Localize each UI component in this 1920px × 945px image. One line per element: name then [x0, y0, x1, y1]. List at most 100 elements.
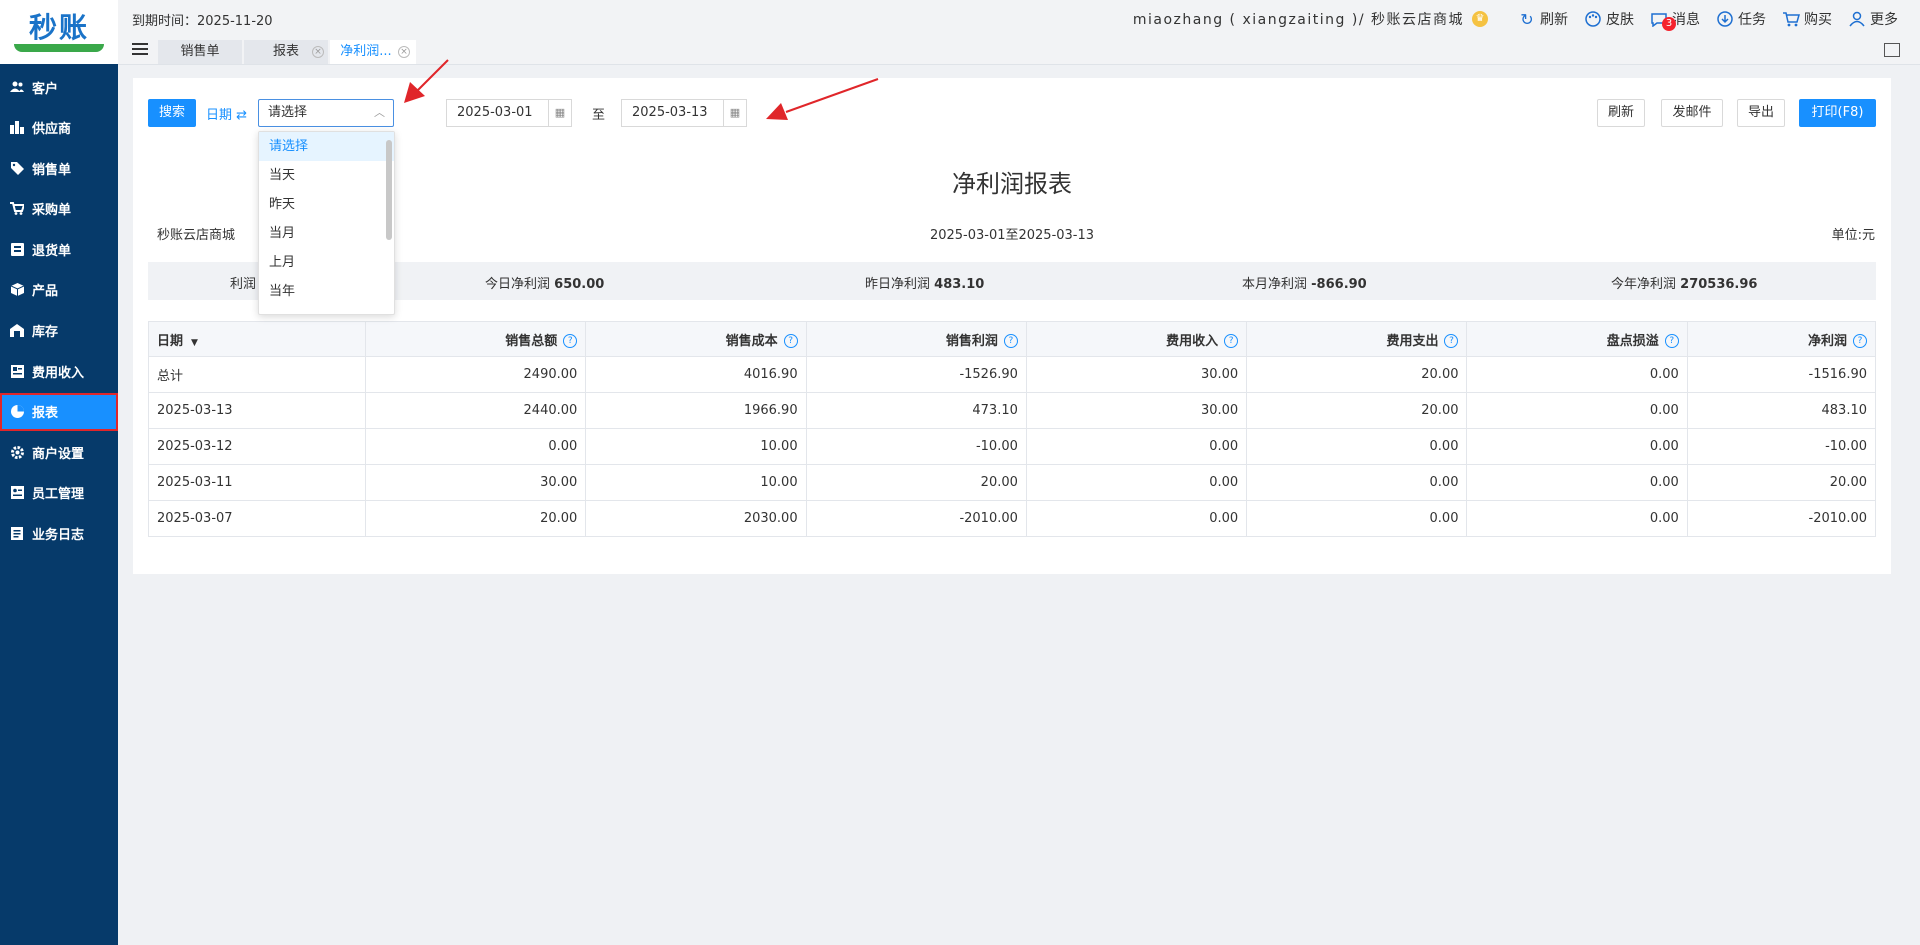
cell: 20.00	[1246, 356, 1468, 393]
message-badge: 3	[1662, 17, 1676, 31]
export-button[interactable]: 导出	[1737, 99, 1785, 127]
cell: 4016.90	[585, 356, 807, 393]
close-icon[interactable]: ×	[312, 46, 324, 58]
gear-icon	[10, 445, 24, 459]
print-button[interactable]: 打印(F8)	[1799, 99, 1876, 127]
sidebar-item-suppliers[interactable]: 供应商	[0, 109, 118, 147]
table-row-total: 总计 2490.00 4016.90 -1526.90 30.00 20.00 …	[148, 356, 1877, 393]
help-icon[interactable]: ?	[1444, 334, 1459, 348]
send-email-button[interactable]: 发邮件	[1661, 99, 1723, 127]
col-date[interactable]: 日期 ▼	[148, 321, 366, 357]
cell: 0.00	[1466, 428, 1688, 465]
profit-summary: 利润 今日净利润 650.00 昨日净利润 483.10 本月净利润 -866.…	[148, 262, 1876, 300]
sidebar-item-reports[interactable]: 报表	[0, 392, 118, 431]
cell: 0.00	[1025, 428, 1248, 465]
cell: -1516.90	[1686, 356, 1877, 393]
calendar-icon[interactable]: ▦	[548, 100, 571, 126]
cell-date: 2025-03-12	[148, 428, 366, 465]
dropdown-scrollbar[interactable]	[386, 140, 392, 240]
sidebar-item-staff[interactable]: 员工管理	[0, 474, 118, 512]
option-yesterday[interactable]: 昨天	[259, 190, 394, 219]
sidebar-item-purchase-orders[interactable]: 采购单	[0, 190, 118, 228]
collapse-menu-icon[interactable]	[132, 43, 148, 57]
col-sales-cost: 销售成本?	[585, 321, 807, 357]
cell: 0.00	[1025, 464, 1248, 501]
date-range-select[interactable]: 请选择 ︿	[258, 99, 394, 127]
summary-year: 今年净利润 270536.96	[1611, 277, 1758, 292]
cell: 20.00	[805, 464, 1027, 501]
logo-text: 秒账	[28, 10, 89, 44]
cell: -2010.00	[805, 500, 1027, 537]
staff-icon	[10, 486, 24, 500]
net-profit-table: 日期 ▼ 销售总额? 销售成本? 销售利润? 费用收入? 费用支出? 盘点损溢? …	[148, 321, 1877, 537]
buy-label: 购买	[1804, 12, 1832, 28]
table-row: 2025-03-07 20.00 2030.00 -2010.00 0.00 0…	[148, 500, 1877, 537]
sidebar-item-products[interactable]: 产品	[0, 271, 118, 309]
tab-label: 净利润...	[340, 44, 392, 59]
date-type-toggle[interactable]: 日期 ⇄	[206, 104, 247, 123]
option-this-year[interactable]: 当年	[259, 277, 394, 306]
cell: 20.00	[364, 500, 587, 537]
sidebar-item-label: 商户设置	[32, 446, 85, 462]
cell: 0.00	[1466, 500, 1688, 537]
cell-date: 总计	[148, 356, 366, 393]
logo: 秒账	[0, 0, 118, 64]
tab-net-profit[interactable]: 净利润... ×	[330, 40, 416, 64]
option-please-select[interactable]: 请选择	[259, 132, 394, 161]
cell: 473.10	[805, 392, 1027, 429]
message-button[interactable]: 3 消息	[1650, 9, 1700, 31]
option-today[interactable]: 当天	[259, 161, 394, 190]
cell-date: 2025-03-13	[148, 392, 366, 429]
help-icon[interactable]: ?	[1853, 334, 1867, 348]
sidebar-menu: 客户 供应商 销售单 采购单 退货单 产品 库存 费用收入 报表 商户设置 员工…	[0, 68, 118, 553]
refresh-icon: ↻	[1520, 9, 1534, 29]
currency-unit: 单位:元	[1831, 228, 1875, 243]
sidebar-item-label: 退货单	[32, 243, 72, 259]
option-last-month[interactable]: 上月	[259, 248, 394, 277]
more-button[interactable]: 更多	[1848, 9, 1898, 29]
search-button[interactable]: 搜索	[148, 99, 196, 127]
to-label: 至	[592, 108, 606, 123]
close-icon[interactable]: ×	[398, 46, 410, 58]
sidebar-item-business-log[interactable]: 业务日志	[0, 515, 118, 553]
user-account[interactable]: miaozhang ( xiangzaiting )/ 秒账云店商城	[1133, 9, 1464, 29]
top-nav: miaozhang ( xiangzaiting )/ 秒账云店商城 ♛ ↻ 刷…	[1133, 9, 1898, 31]
summary-yesterday: 昨日净利润 483.10	[865, 277, 985, 292]
sidebar-item-returns[interactable]: 退货单	[0, 230, 118, 268]
sidebar-item-expense-income[interactable]: 费用收入	[0, 352, 118, 390]
swap-icon: ⇄	[236, 108, 248, 123]
crown-icon: ♛	[1472, 11, 1488, 27]
sidebar-item-sales-orders[interactable]: 销售单	[0, 149, 118, 187]
refresh-button[interactable]: ↻ 刷新	[1518, 9, 1568, 29]
calendar-icon[interactable]: ▦	[723, 100, 746, 126]
end-date-input[interactable]: 2025-03-13 ▦	[621, 99, 747, 127]
cell: 0.00	[1246, 500, 1468, 537]
sidebar-item-merchant-settings[interactable]: 商户设置	[0, 433, 118, 471]
help-icon[interactable]: ?	[1224, 334, 1239, 348]
window-toggle-icon[interactable]	[1884, 43, 1900, 57]
col-sales-total: 销售总额?	[364, 321, 587, 357]
tab-reports[interactable]: 报表 ×	[244, 40, 328, 64]
warehouse-icon	[10, 324, 24, 338]
buy-button[interactable]: 购买	[1782, 9, 1832, 29]
help-icon[interactable]: ?	[563, 334, 578, 348]
sidebar-item-label: 费用收入	[32, 365, 85, 381]
message-label: 消息	[1672, 12, 1700, 28]
help-icon[interactable]: ?	[783, 334, 798, 348]
help-icon[interactable]: ?	[1003, 334, 1018, 348]
cell-date: 2025-03-11	[148, 464, 366, 501]
sidebar-item-label: 库存	[32, 325, 59, 341]
option-this-month[interactable]: 当月	[259, 219, 394, 248]
skin-button[interactable]: 皮肤	[1584, 9, 1634, 29]
select-value: 请选择	[268, 105, 308, 120]
sidebar-item-inventory[interactable]: 库存	[0, 312, 118, 350]
task-button[interactable]: 任务	[1716, 9, 1766, 29]
col-sales-profit: 销售利润?	[805, 321, 1027, 357]
sidebar-item-customers[interactable]: 客户	[0, 68, 118, 106]
refresh-report-button[interactable]: 刷新	[1597, 99, 1645, 127]
cell: 0.00	[1466, 464, 1688, 501]
tab-sales-order[interactable]: 销售单	[158, 40, 242, 64]
start-date-input[interactable]: 2025-03-01 ▦	[446, 99, 572, 127]
help-icon[interactable]: ?	[1664, 334, 1679, 348]
sidebar-item-label: 报表	[32, 406, 59, 422]
